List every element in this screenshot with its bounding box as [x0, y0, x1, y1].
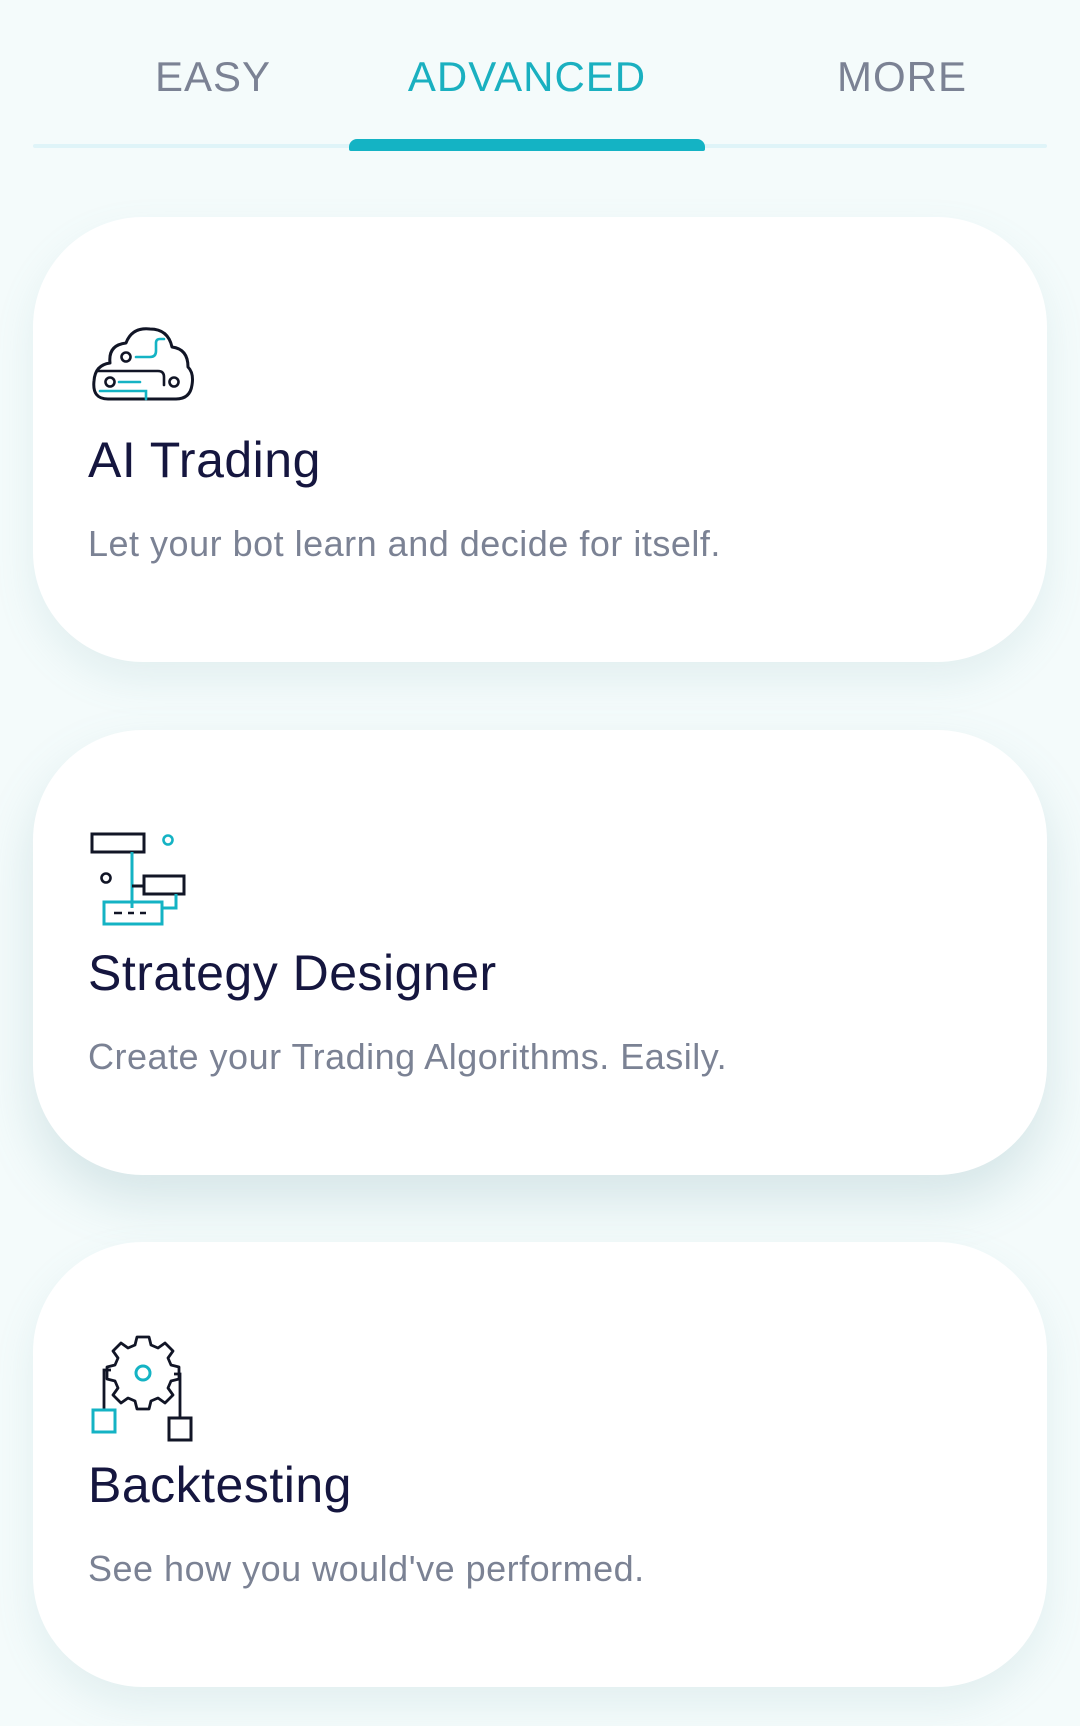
card-description: Let your bot learn and decide for itself…	[88, 523, 721, 564]
card-backtesting[interactable]: Backtesting See how you would've perform…	[33, 1242, 1047, 1687]
tab-easy[interactable]: EASY	[93, 42, 333, 112]
tab-advanced[interactable]: ADVANCED	[349, 42, 705, 112]
tab-bar: EASY ADVANCED MORE	[33, 0, 1047, 151]
card-description: See how you would've performed.	[88, 1548, 645, 1589]
card-title: AI Trading	[88, 432, 321, 488]
card-strategy-designer[interactable]: Strategy Designer Create your Trading Al…	[33, 730, 1047, 1175]
card-title: Backtesting	[88, 1457, 352, 1513]
backtesting-gear-icon	[88, 1334, 198, 1444]
card-description: Create your Trading Algorithms. Easily.	[88, 1036, 728, 1077]
strategy-flowchart-icon	[88, 822, 198, 932]
active-tab-indicator	[349, 139, 705, 151]
ai-cloud-circuit-icon	[88, 309, 198, 419]
card-ai-trading[interactable]: AI Trading Let your bot learn and decide…	[33, 217, 1047, 662]
tab-more[interactable]: MORE	[777, 42, 1027, 112]
card-title: Strategy Designer	[88, 945, 497, 1001]
